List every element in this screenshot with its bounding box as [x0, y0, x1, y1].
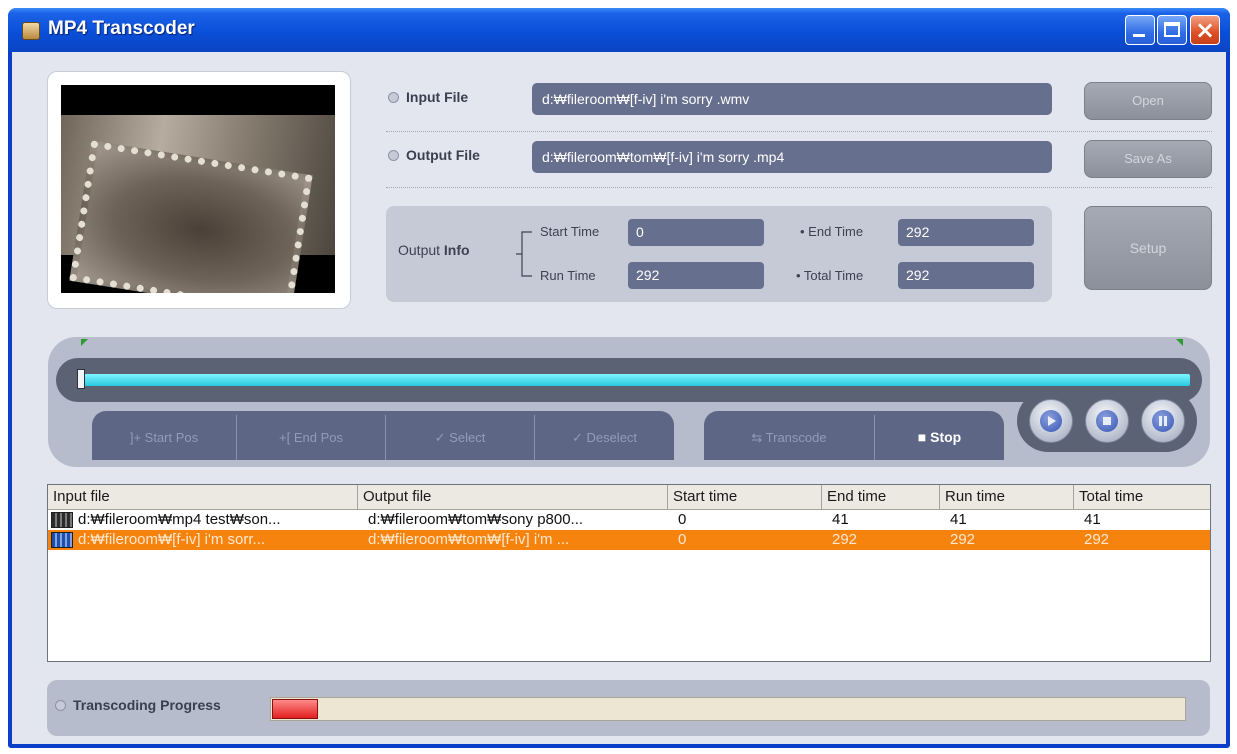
column-header-run-time[interactable]: Run time [940, 485, 1074, 509]
output-info-panel: Output Info Start Time 0 Run Time 292 • … [386, 206, 1052, 302]
column-header-end-time[interactable]: End time [822, 485, 940, 509]
transcode-toolbar: ⇆ Transcode ■ Stop [704, 411, 1004, 460]
output-info-label: Output Info [398, 242, 470, 258]
input-file-field[interactable]: d:₩fileroom₩[f-iv] i'm sorry .wmv [532, 83, 1052, 115]
cell-input-file: d:₩fileroom₩[f-iv] i'm sorr... [78, 531, 266, 548]
bullet-icon [388, 92, 399, 103]
bracket-connector [516, 231, 532, 277]
transcoding-progress-panel: Transcoding Progress [47, 680, 1210, 736]
pause-icon [1152, 410, 1174, 432]
minimize-button[interactable] [1125, 15, 1155, 45]
stop-icon [1096, 410, 1118, 432]
column-header-input-file[interactable]: Input file [48, 485, 358, 509]
cell-end-time: 41 [832, 511, 849, 528]
cell-output-file: d:₩fileroom₩tom₩sony p800... [368, 511, 584, 528]
run-time-label: Run Time [540, 268, 596, 283]
stop-playback-button[interactable] [1085, 399, 1129, 443]
cell-run-time: 292 [950, 531, 976, 548]
preview-photo-subject [69, 140, 313, 293]
bullet-icon [55, 700, 66, 711]
total-time-label: • Total Time [796, 268, 864, 283]
file-list-header: Input file Output file Start time End ti… [48, 485, 1210, 510]
end-time-field[interactable]: 292 [898, 219, 1034, 246]
run-time-field[interactable]: 292 [628, 262, 764, 289]
cell-total-time: 41 [1084, 511, 1101, 528]
close-icon: × [1195, 16, 1216, 44]
start-pos-button[interactable]: ]+ Start Pos [92, 415, 236, 460]
seek-thumb[interactable] [77, 369, 85, 389]
video-preview [61, 85, 335, 293]
column-header-total-time[interactable]: Total time [1074, 485, 1210, 509]
title-bar[interactable]: MP4 Transcoder × [8, 8, 1230, 52]
cell-end-time: 292 [832, 531, 858, 548]
divider [386, 187, 1212, 188]
output-file-field[interactable]: d:₩fileroom₩tom₩[f-iv] i'm sorry .mp4 [532, 141, 1052, 173]
table-row-selected[interactable]: d:₩fileroom₩[f-iv] i'm sorr... d:₩filero… [48, 530, 1210, 550]
start-time-field[interactable]: 0 [628, 219, 764, 246]
end-marker-icon [1176, 339, 1183, 346]
window-title: MP4 Transcoder [48, 18, 195, 39]
transcoding-progress-label: Transcoding Progress [55, 697, 221, 713]
app-icon [22, 22, 40, 40]
end-time-label: • End Time [800, 224, 864, 239]
start-time-label: Start Time [540, 224, 600, 239]
video-file-icon [51, 512, 73, 528]
stop-transcode-button[interactable]: ■ Stop [875, 415, 1004, 460]
total-time-field[interactable]: 292 [898, 262, 1034, 289]
cell-input-file: d:₩fileroom₩mp4 test₩son... [78, 511, 281, 528]
divider [386, 131, 1212, 132]
column-header-start-time[interactable]: Start time [668, 485, 822, 509]
cell-start-time: 0 [678, 511, 687, 528]
cell-total-time: 292 [1084, 531, 1110, 548]
close-button[interactable]: × [1190, 15, 1220, 45]
cell-run-time: 41 [950, 511, 967, 528]
cell-start-time: 0 [678, 531, 687, 548]
open-button[interactable]: Open [1084, 82, 1212, 120]
start-marker-icon [81, 339, 88, 346]
seek-fill [83, 374, 1190, 386]
cell-output-file: d:₩fileroom₩tom₩[f-iv] i'm ... [368, 531, 570, 548]
play-icon [1040, 410, 1062, 432]
column-header-output-file[interactable]: Output file [358, 485, 668, 509]
minimize-icon [1133, 34, 1145, 37]
file-list: Input file Output file Start time End ti… [47, 484, 1211, 662]
transcoding-progress-fill [272, 699, 318, 719]
app-window: MP4 Transcoder × Input File d:₩fileroom₩… [8, 8, 1230, 748]
range-toolbar: ]+ Start Pos +[ End Pos ✓ Select ✓ Desel… [92, 411, 674, 460]
maximize-button[interactable] [1157, 15, 1187, 45]
output-file-label: Output File [388, 147, 480, 163]
play-button[interactable] [1029, 399, 1073, 443]
input-file-label: Input File [388, 89, 468, 105]
video-file-icon [51, 532, 73, 548]
bullet-icon [388, 150, 399, 161]
video-preview-panel [47, 71, 351, 309]
maximize-icon [1164, 22, 1180, 37]
save-as-button[interactable]: Save As [1084, 140, 1212, 178]
pause-button[interactable] [1141, 399, 1185, 443]
select-button[interactable]: ✓ Select [386, 415, 534, 460]
preview-frame-image [61, 115, 335, 293]
transcode-button[interactable]: ⇆ Transcode [704, 415, 874, 460]
deselect-button[interactable]: ✓ Deselect [535, 415, 674, 460]
transcoding-progress-bar [270, 697, 1186, 721]
end-pos-button[interactable]: +[ End Pos [237, 415, 385, 460]
playback-controls [1017, 390, 1197, 452]
setup-button[interactable]: Setup [1084, 206, 1212, 290]
table-row[interactable]: d:₩fileroom₩mp4 test₩son... d:₩fileroom₩… [48, 510, 1210, 530]
client-area: Input File d:₩fileroom₩[f-iv] i'm sorry … [12, 52, 1226, 744]
